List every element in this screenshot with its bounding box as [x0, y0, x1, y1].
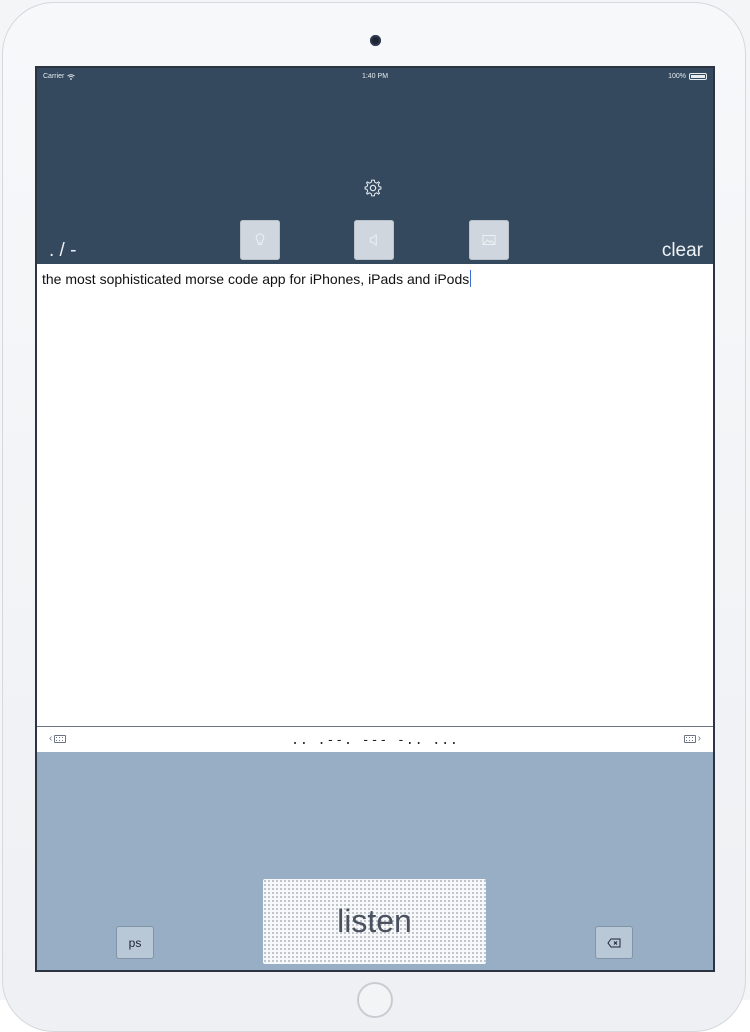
- mode-label: . / -: [49, 240, 77, 261]
- message-text: the most sophisticated morse code app fo…: [42, 270, 472, 287]
- morse-code-output: .. .--. --- -.. ...: [291, 733, 459, 748]
- share-button[interactable]: [469, 220, 509, 260]
- status-bar: Carrier 1:40 PM 100%: [37, 68, 713, 86]
- listen-label: listen: [337, 903, 412, 939]
- front-camera: [370, 35, 381, 46]
- status-right: 100%: [668, 73, 707, 80]
- keyboard-right-toggle[interactable]: ›: [683, 733, 701, 744]
- battery-icon: [689, 73, 707, 80]
- message-text-value: the most sophisticated morse code app fo…: [42, 271, 470, 287]
- morse-strip: ‹ .. .--. --- -.. ... ›: [37, 726, 713, 752]
- status-time: 1:40 PM: [361, 73, 389, 80]
- gear-icon[interactable]: [363, 178, 383, 198]
- keyboard-icon: [683, 734, 696, 743]
- chevron-right-icon: ›: [697, 733, 701, 744]
- lightbulb-icon: [255, 233, 265, 245]
- home-button[interactable]: [357, 982, 393, 1018]
- message-text-area[interactable]: the most sophisticated morse code app fo…: [37, 264, 713, 726]
- text-caret: [470, 270, 472, 287]
- app-screen: Carrier 1:40 PM 100% . / - clear the mos…: [35, 66, 715, 972]
- listen-button[interactable]: listen: [263, 879, 486, 964]
- app-header: . / - clear: [37, 86, 713, 264]
- ps-button[interactable]: ps: [116, 926, 154, 959]
- input-panel: ps listen: [37, 752, 713, 970]
- sound-button[interactable]: [354, 220, 394, 260]
- backspace-button[interactable]: [595, 926, 633, 959]
- image-icon: [482, 235, 496, 245]
- backspace-icon: [607, 938, 621, 947]
- speaker-icon: [369, 234, 377, 246]
- battery-percent: 100%: [668, 73, 686, 80]
- clear-button[interactable]: clear: [662, 240, 703, 262]
- ipad-device: Carrier 1:40 PM 100% . / - clear the mos…: [0, 0, 750, 1032]
- flash-button[interactable]: [240, 220, 280, 260]
